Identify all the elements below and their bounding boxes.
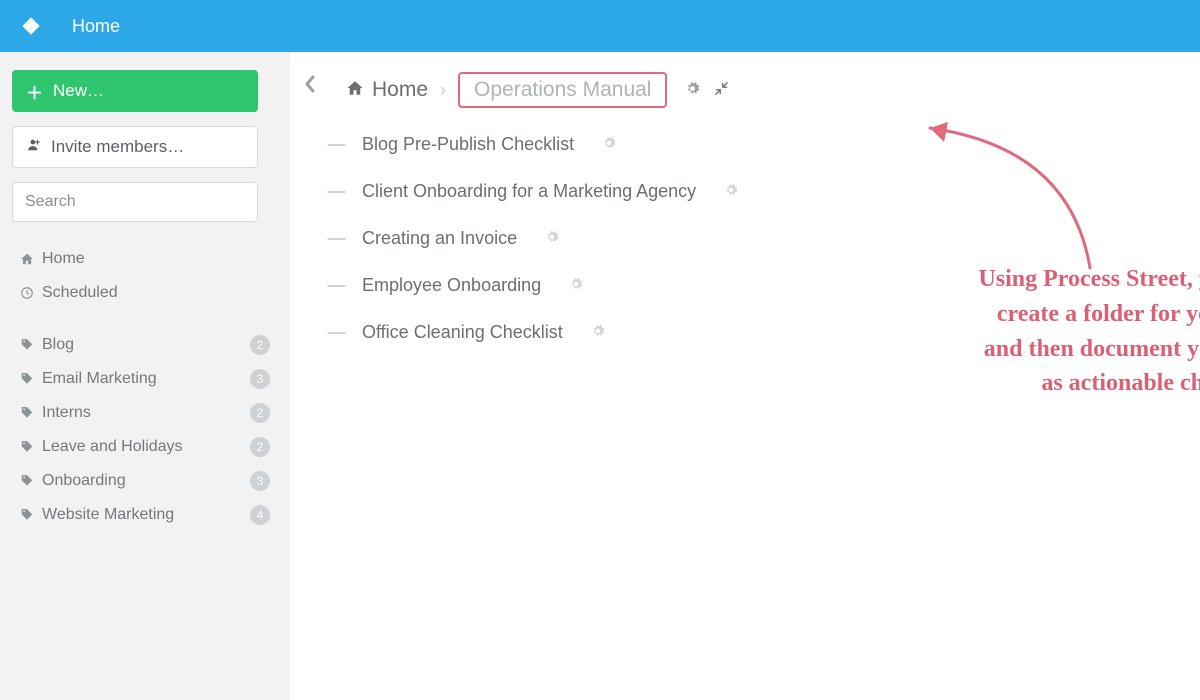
template-row: — Client Onboarding for a Marketing Agen…	[326, 181, 1180, 202]
gear-icon[interactable]	[685, 81, 700, 100]
invite-button-label: Invite members…	[51, 137, 184, 157]
sidebar-tag-label: Email Marketing	[42, 370, 250, 388]
invite-members-button[interactable]: Invite members…	[12, 126, 258, 168]
template-name[interactable]: Creating an Invoice	[362, 228, 517, 249]
count-badge: 4	[250, 505, 270, 525]
tag-icon	[20, 440, 42, 454]
sidebar-tag-email-marketing[interactable]: Email Marketing 3	[12, 362, 278, 396]
count-badge: 2	[250, 335, 270, 355]
sidebar-tag-interns[interactable]: Interns 2	[12, 396, 278, 430]
tag-icon	[20, 372, 42, 386]
count-badge: 3	[250, 369, 270, 389]
gear-icon[interactable]	[545, 230, 559, 247]
count-badge: 3	[250, 471, 270, 491]
new-button-label: New…	[53, 81, 104, 101]
annotation-line: and then document your processes	[880, 332, 1200, 367]
sidebar-tag-label: Blog	[42, 336, 250, 354]
gear-icon[interactable]	[724, 183, 738, 200]
tag-icon	[20, 474, 42, 488]
plus-icon: ＋	[26, 79, 43, 104]
sidebar: ＋ New… Invite members… Home Scheduled	[0, 52, 290, 700]
sidebar-tag-label: Onboarding	[42, 472, 250, 490]
gear-icon[interactable]	[602, 136, 616, 153]
tag-icon	[20, 406, 42, 420]
drag-handle-icon[interactable]: —	[326, 228, 344, 249]
breadcrumb-current[interactable]: Operations Manual	[458, 72, 667, 108]
sidebar-tag-blog[interactable]: Blog 2	[12, 328, 278, 362]
user-plus-icon	[27, 137, 41, 157]
app-logo-icon[interactable]	[18, 13, 44, 39]
template-row: — Creating an Invoice	[326, 228, 1180, 249]
gear-icon[interactable]	[569, 277, 583, 294]
template-name[interactable]: Employee Onboarding	[362, 275, 541, 296]
sidebar-tag-website-marketing[interactable]: Website Marketing 4	[12, 498, 278, 532]
sidebar-item-label: Home	[42, 250, 270, 268]
new-button[interactable]: ＋ New…	[12, 70, 258, 112]
tag-icon	[20, 338, 42, 352]
count-badge: 2	[250, 403, 270, 423]
sidebar-item-label: Scheduled	[42, 284, 270, 302]
annotation-line: as actionable checklists	[880, 366, 1200, 401]
sidebar-tag-leave-holidays[interactable]: Leave and Holidays 2	[12, 430, 278, 464]
drag-handle-icon[interactable]: —	[326, 134, 344, 155]
gear-icon[interactable]	[591, 324, 605, 341]
drag-handle-icon[interactable]: —	[326, 275, 344, 296]
template-name[interactable]: Blog Pre-Publish Checklist	[362, 134, 574, 155]
breadcrumb-home-label: Home	[372, 78, 428, 102]
topbar: Home	[0, 0, 1200, 52]
breadcrumb: Home › Operations Manual	[346, 72, 1180, 108]
clock-icon	[20, 286, 42, 300]
back-button[interactable]	[296, 70, 324, 98]
sidebar-item-scheduled[interactable]: Scheduled	[12, 276, 278, 310]
breadcrumb-home[interactable]: Home	[346, 78, 428, 102]
main-panel: Home › Operations Manual — Blog Pre-Publ…	[290, 52, 1200, 700]
search-input[interactable]	[12, 182, 258, 222]
drag-handle-icon[interactable]: —	[326, 322, 344, 343]
topbar-title: Home	[72, 16, 120, 37]
tag-icon	[20, 508, 42, 522]
sidebar-item-home[interactable]: Home	[12, 242, 278, 276]
template-name[interactable]: Office Cleaning Checklist	[362, 322, 563, 343]
annotation-line: Using Process Street, you can easily	[880, 262, 1200, 297]
sidebar-tag-label: Website Marketing	[42, 506, 250, 524]
sidebar-tag-onboarding[interactable]: Onboarding 3	[12, 464, 278, 498]
home-icon	[346, 79, 364, 102]
sidebar-tag-label: Leave and Holidays	[42, 438, 250, 456]
sidebar-tag-label: Interns	[42, 404, 250, 422]
count-badge: 2	[250, 437, 270, 457]
collapse-icon[interactable]	[714, 81, 729, 100]
template-row: — Blog Pre-Publish Checklist	[326, 134, 1180, 155]
drag-handle-icon[interactable]: —	[326, 181, 344, 202]
sidebar-nav: Home Scheduled Blog 2 Email Marketing 3	[12, 242, 278, 532]
annotation-text: Using Process Street, you can easily cre…	[880, 262, 1200, 401]
chevron-right-icon: ›	[440, 80, 446, 101]
annotation-line: create a folder for your manual,	[880, 297, 1200, 332]
home-icon	[20, 252, 42, 266]
template-name[interactable]: Client Onboarding for a Marketing Agency	[362, 181, 696, 202]
